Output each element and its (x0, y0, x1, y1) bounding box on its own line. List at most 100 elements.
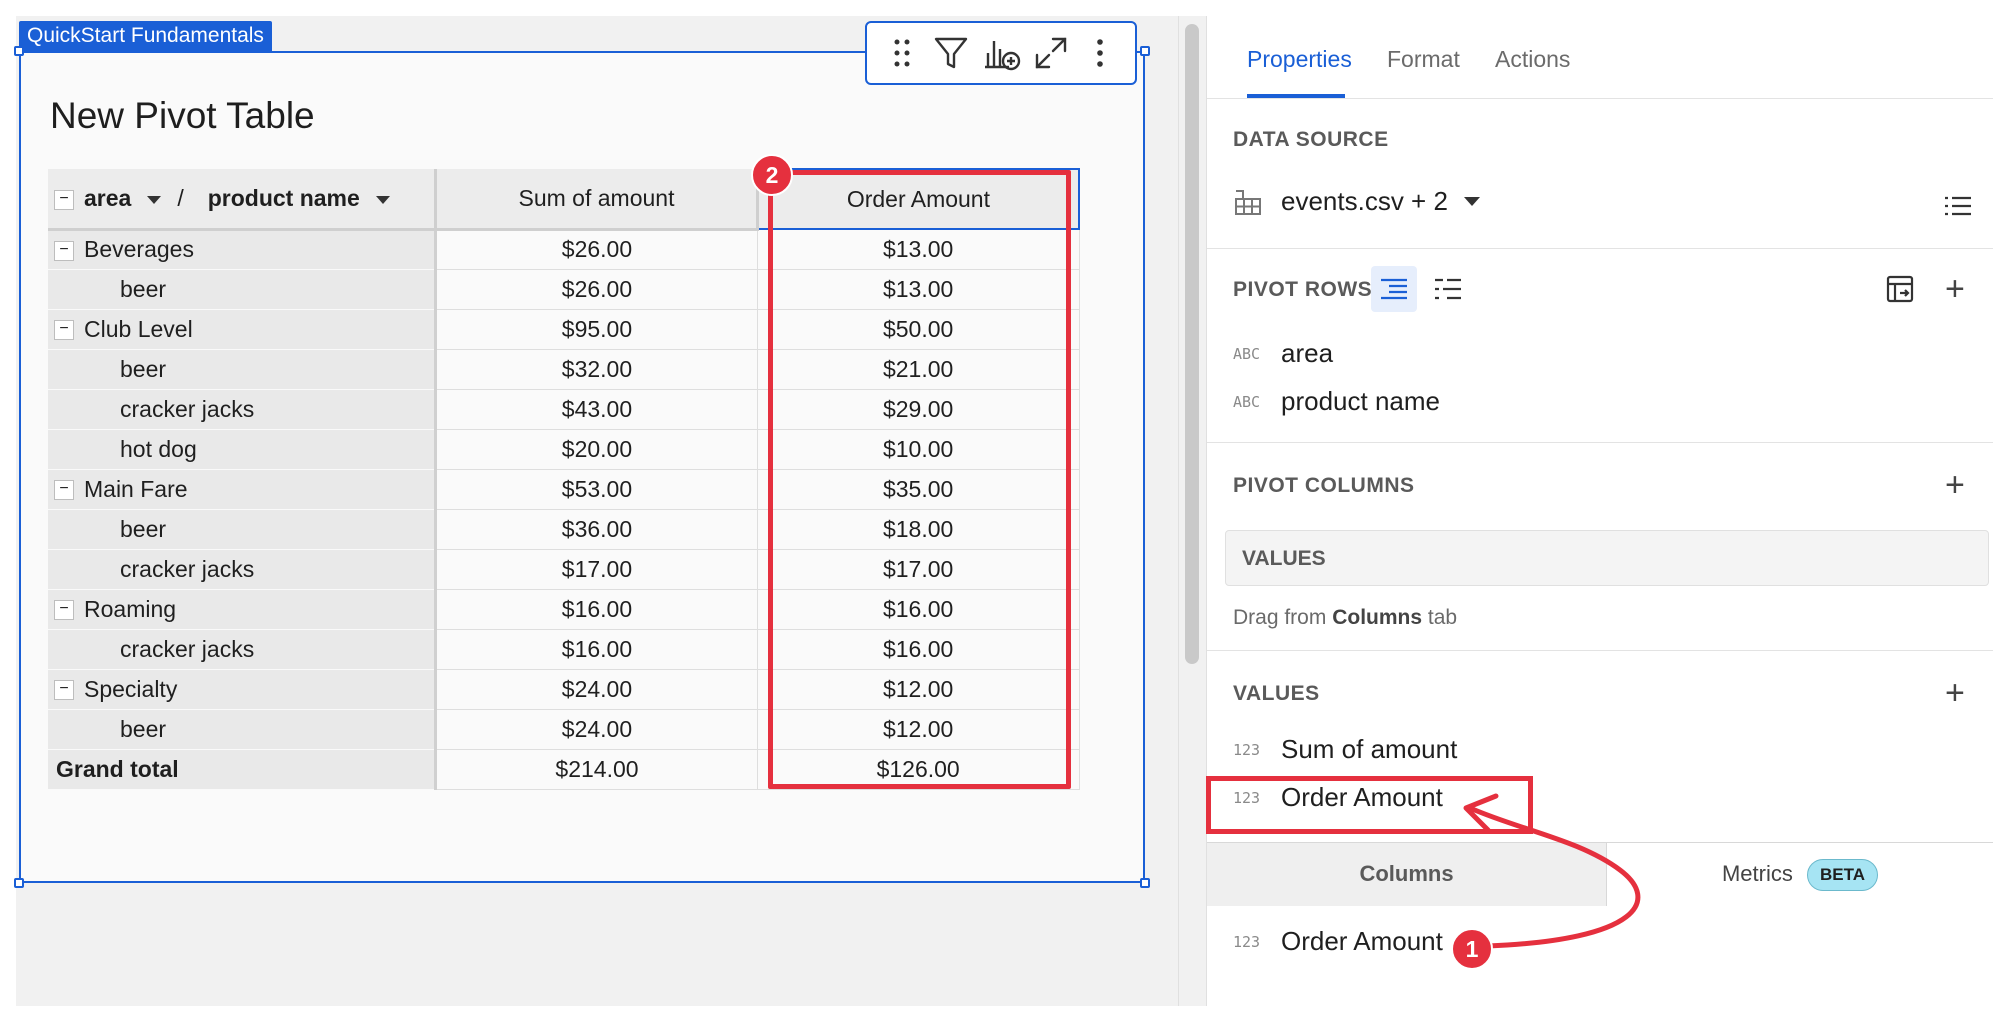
grand-total-sum[interactable]: $214.00 (435, 749, 758, 790)
row-label: beer (120, 275, 167, 302)
chevron-down-icon[interactable] (375, 195, 390, 204)
value-field-sum[interactable]: 123 Sum of amount (1233, 734, 1457, 765)
row-label: beer (120, 515, 167, 542)
section-divider (1207, 248, 1993, 249)
cell-sum[interactable]: $24.00 (435, 709, 758, 750)
row-label-cell[interactable]: cracker jacks (48, 389, 438, 430)
table-icon (1235, 189, 1261, 215)
subtab-metrics[interactable]: Metrics BETA (1607, 842, 1993, 906)
resize-handle-br[interactable] (1140, 878, 1150, 888)
cell-sum[interactable]: $95.00 (435, 309, 758, 350)
collapse-icon[interactable]: − (54, 600, 74, 621)
expand-icon[interactable] (1029, 31, 1073, 75)
add-value-icon[interactable]: + (1945, 676, 1965, 710)
layout-outline-icon[interactable] (1425, 266, 1471, 312)
cell-sum[interactable]: $53.00 (435, 469, 758, 510)
row-header-area[interactable]: area (84, 185, 131, 211)
collapse-icon[interactable]: − (54, 240, 74, 261)
row-label: Roaming (84, 595, 177, 622)
row-label-cell[interactable]: − Beverages (48, 229, 438, 270)
collapse-icon[interactable]: − (54, 680, 74, 701)
row-label-cell[interactable]: beer (48, 349, 438, 390)
row-label: cracker jacks (120, 555, 255, 582)
value-name: Sum of amount (1281, 734, 1458, 764)
grand-total-label: Grand total (48, 749, 438, 790)
tab-format[interactable]: Format (1387, 46, 1460, 73)
row-label-cell[interactable]: beer (48, 269, 438, 310)
panel-tabs: Properties Format Actions (1207, 16, 1993, 99)
filter-icon[interactable] (929, 31, 973, 75)
pivot-table-settings-icon[interactable] (1885, 274, 1915, 309)
add-pivot-column-icon[interactable]: + (1945, 468, 1965, 502)
row-label-cell[interactable]: cracker jacks (48, 629, 438, 670)
cell-sum[interactable]: $26.00 (435, 229, 758, 270)
values-placeholder-label: VALUES (1242, 547, 1326, 570)
row-label-cell[interactable]: − Main Fare (48, 469, 438, 510)
drag-handle-icon[interactable] (880, 31, 924, 75)
beta-badge: BETA (1807, 859, 1879, 892)
cell-sum[interactable]: $20.00 (435, 429, 758, 470)
column-header-sum[interactable]: Sum of amount (435, 169, 759, 231)
row-label: beer (120, 715, 167, 742)
tab-properties[interactable]: Properties (1247, 46, 1352, 73)
data-source-value: events.csv + 2 (1281, 186, 1448, 216)
pivot-row-name: area (1281, 338, 1334, 368)
row-label-cell[interactable]: − Club Level (48, 309, 438, 350)
cell-sum[interactable]: $16.00 (435, 629, 758, 670)
data-source-selector[interactable]: events.csv + 2 (1233, 186, 1480, 217)
element-title[interactable]: New Pivot Table (50, 95, 315, 137)
cell-sum[interactable]: $26.00 (435, 269, 758, 310)
cell-sum[interactable]: $36.00 (435, 509, 758, 550)
more-icon[interactable] (1078, 31, 1122, 75)
row-label-cell[interactable]: − Specialty (48, 669, 438, 710)
tab-actions[interactable]: Actions (1495, 46, 1570, 73)
text-type-icon: ABC (1233, 392, 1261, 411)
cell-sum[interactable]: $32.00 (435, 349, 758, 390)
chevron-down-icon[interactable] (1463, 197, 1480, 206)
row-label-cell[interactable]: beer (48, 509, 438, 550)
data-source-label: DATA SOURCE (1233, 128, 1389, 151)
page-tag[interactable]: QuickStart Fundamentals (19, 21, 272, 51)
chevron-down-icon[interactable] (147, 195, 162, 204)
row-label: Beverages (84, 236, 194, 262)
collapse-all-icon[interactable]: − (54, 189, 74, 210)
scrollbar-thumb[interactable] (1185, 24, 1199, 664)
source-subtabs: Columns Metrics BETA (1207, 842, 1993, 906)
collapse-icon[interactable]: − (54, 320, 74, 341)
row-label-cell[interactable]: beer (48, 709, 438, 750)
number-type-icon: 123 (1233, 740, 1261, 759)
resize-handle-tl[interactable] (14, 46, 24, 56)
drag-hint-bold: Columns (1332, 606, 1423, 629)
element-toolbar (865, 21, 1137, 85)
row-label: cracker jacks (120, 395, 255, 422)
pivot-row-field-area[interactable]: ABC area (1233, 338, 1333, 369)
row-header[interactable]: − area / product name (48, 169, 438, 231)
outer-bottom-margin (0, 1006, 2008, 1022)
values-placeholder-box[interactable]: VALUES (1225, 530, 1989, 586)
subtab-columns[interactable]: Columns (1207, 842, 1607, 906)
pivot-rows-label: PIVOT ROWS (1233, 278, 1373, 301)
list-view-icon[interactable] (1943, 194, 1973, 223)
annotation-badge-1: 1 (1451, 928, 1493, 970)
cell-sum[interactable]: $16.00 (435, 589, 758, 630)
row-label-cell[interactable]: hot dog (48, 429, 438, 470)
row-label-cell[interactable]: cracker jacks (48, 549, 438, 590)
drag-hint-prefix: Drag from (1233, 606, 1327, 629)
layout-indent-icon[interactable] (1371, 266, 1417, 312)
collapse-icon[interactable]: − (54, 480, 74, 501)
row-label-cell[interactable]: − Roaming (48, 589, 438, 630)
annotation-highlight-value (1206, 776, 1533, 834)
cell-sum[interactable]: $43.00 (435, 389, 758, 430)
pivot-row-field-product[interactable]: ABC product name (1233, 386, 1440, 417)
resize-handle-tr[interactable] (1140, 46, 1150, 56)
values-label: VALUES (1233, 682, 1320, 705)
add-chart-icon[interactable] (979, 31, 1023, 75)
add-pivot-row-icon[interactable]: + (1945, 272, 1965, 306)
row-header-product[interactable]: product name (208, 185, 360, 211)
cell-sum[interactable]: $17.00 (435, 549, 758, 590)
cell-sum[interactable]: $24.00 (435, 669, 758, 710)
pivot-columns-label: PIVOT COLUMNS (1233, 474, 1415, 497)
resize-handle-bl[interactable] (14, 878, 24, 888)
column-item-order-amount[interactable]: 123 Order Amount (1233, 926, 1443, 957)
number-type-icon: 123 (1233, 932, 1261, 951)
